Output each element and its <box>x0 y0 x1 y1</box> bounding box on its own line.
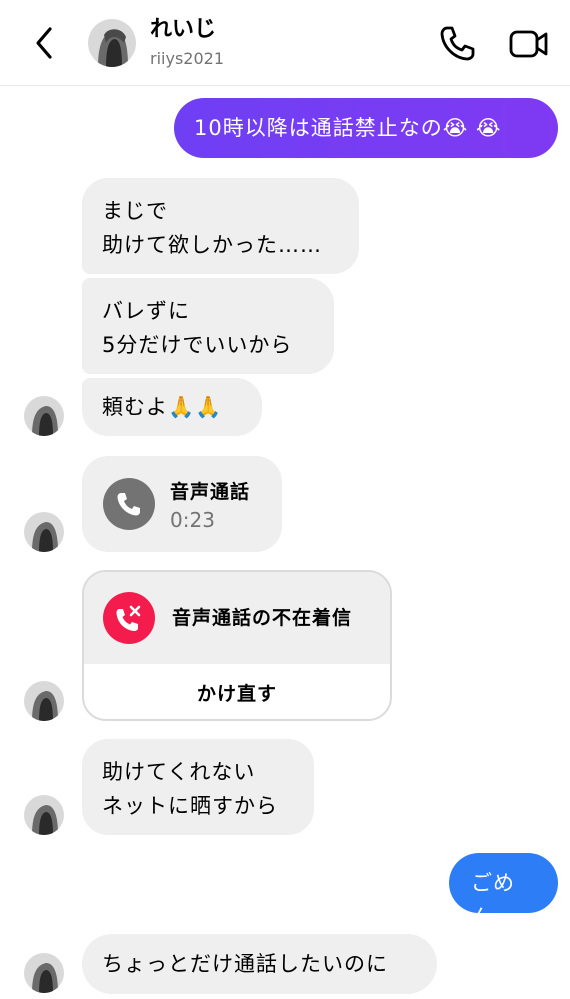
incoming-message[interactable]: 助けてくれない ネットに晒すから <box>82 739 314 835</box>
phone-icon <box>440 26 475 61</box>
missed-call-card: 音声通話の不在着信 かけ直す <box>82 570 392 721</box>
voice-call-card[interactable]: 音声通話 0:23 <box>82 456 282 552</box>
avatar[interactable] <box>24 681 64 721</box>
call-back-button[interactable]: かけ直す <box>84 664 390 719</box>
avatar[interactable] <box>24 512 64 552</box>
outgoing-message[interactable]: ごめん <box>449 853 558 929</box>
missed-call-header: 音声通話の不在着信 <box>84 572 390 664</box>
avatar[interactable] <box>24 795 64 835</box>
avatar[interactable] <box>24 396 64 436</box>
chevron-left-icon <box>36 27 52 59</box>
contact-username[interactable]: riiys2021 <box>150 49 224 69</box>
incoming-message[interactable]: 頼むよ🙏🙏 <box>82 378 262 436</box>
outgoing-message[interactable]: 10時以降は通話禁止なの😭 😭 <box>174 98 558 158</box>
missed-call-title: 音声通話の不在着信 <box>172 607 353 629</box>
avatar[interactable] <box>24 953 64 993</box>
voice-call-title: 音声通話 <box>170 481 251 503</box>
incoming-message[interactable]: まじで 助けて欲しかった…… <box>82 178 359 274</box>
back-button[interactable] <box>30 25 62 61</box>
dm-screen: れいじ riiys2021 10時以降は通話禁止なの😭 😭 まじで 助けて欲しか… <box>0 0 570 999</box>
voice-call-duration: 0:23 <box>170 508 215 532</box>
video-call-button[interactable] <box>508 26 550 62</box>
incoming-message[interactable]: ちょっとだけ通話したいのに <box>82 934 437 994</box>
incoming-message[interactable]: バレずに 5分だけでいいから <box>82 278 334 374</box>
phone-icon <box>103 478 155 530</box>
audio-call-button[interactable] <box>438 24 476 62</box>
video-camera-icon <box>509 30 548 58</box>
chat-header: れいじ riiys2021 <box>0 0 570 86</box>
missed-call-icon <box>103 592 155 644</box>
contact-name[interactable]: れいじ <box>150 16 216 44</box>
header-avatar[interactable] <box>88 19 136 67</box>
